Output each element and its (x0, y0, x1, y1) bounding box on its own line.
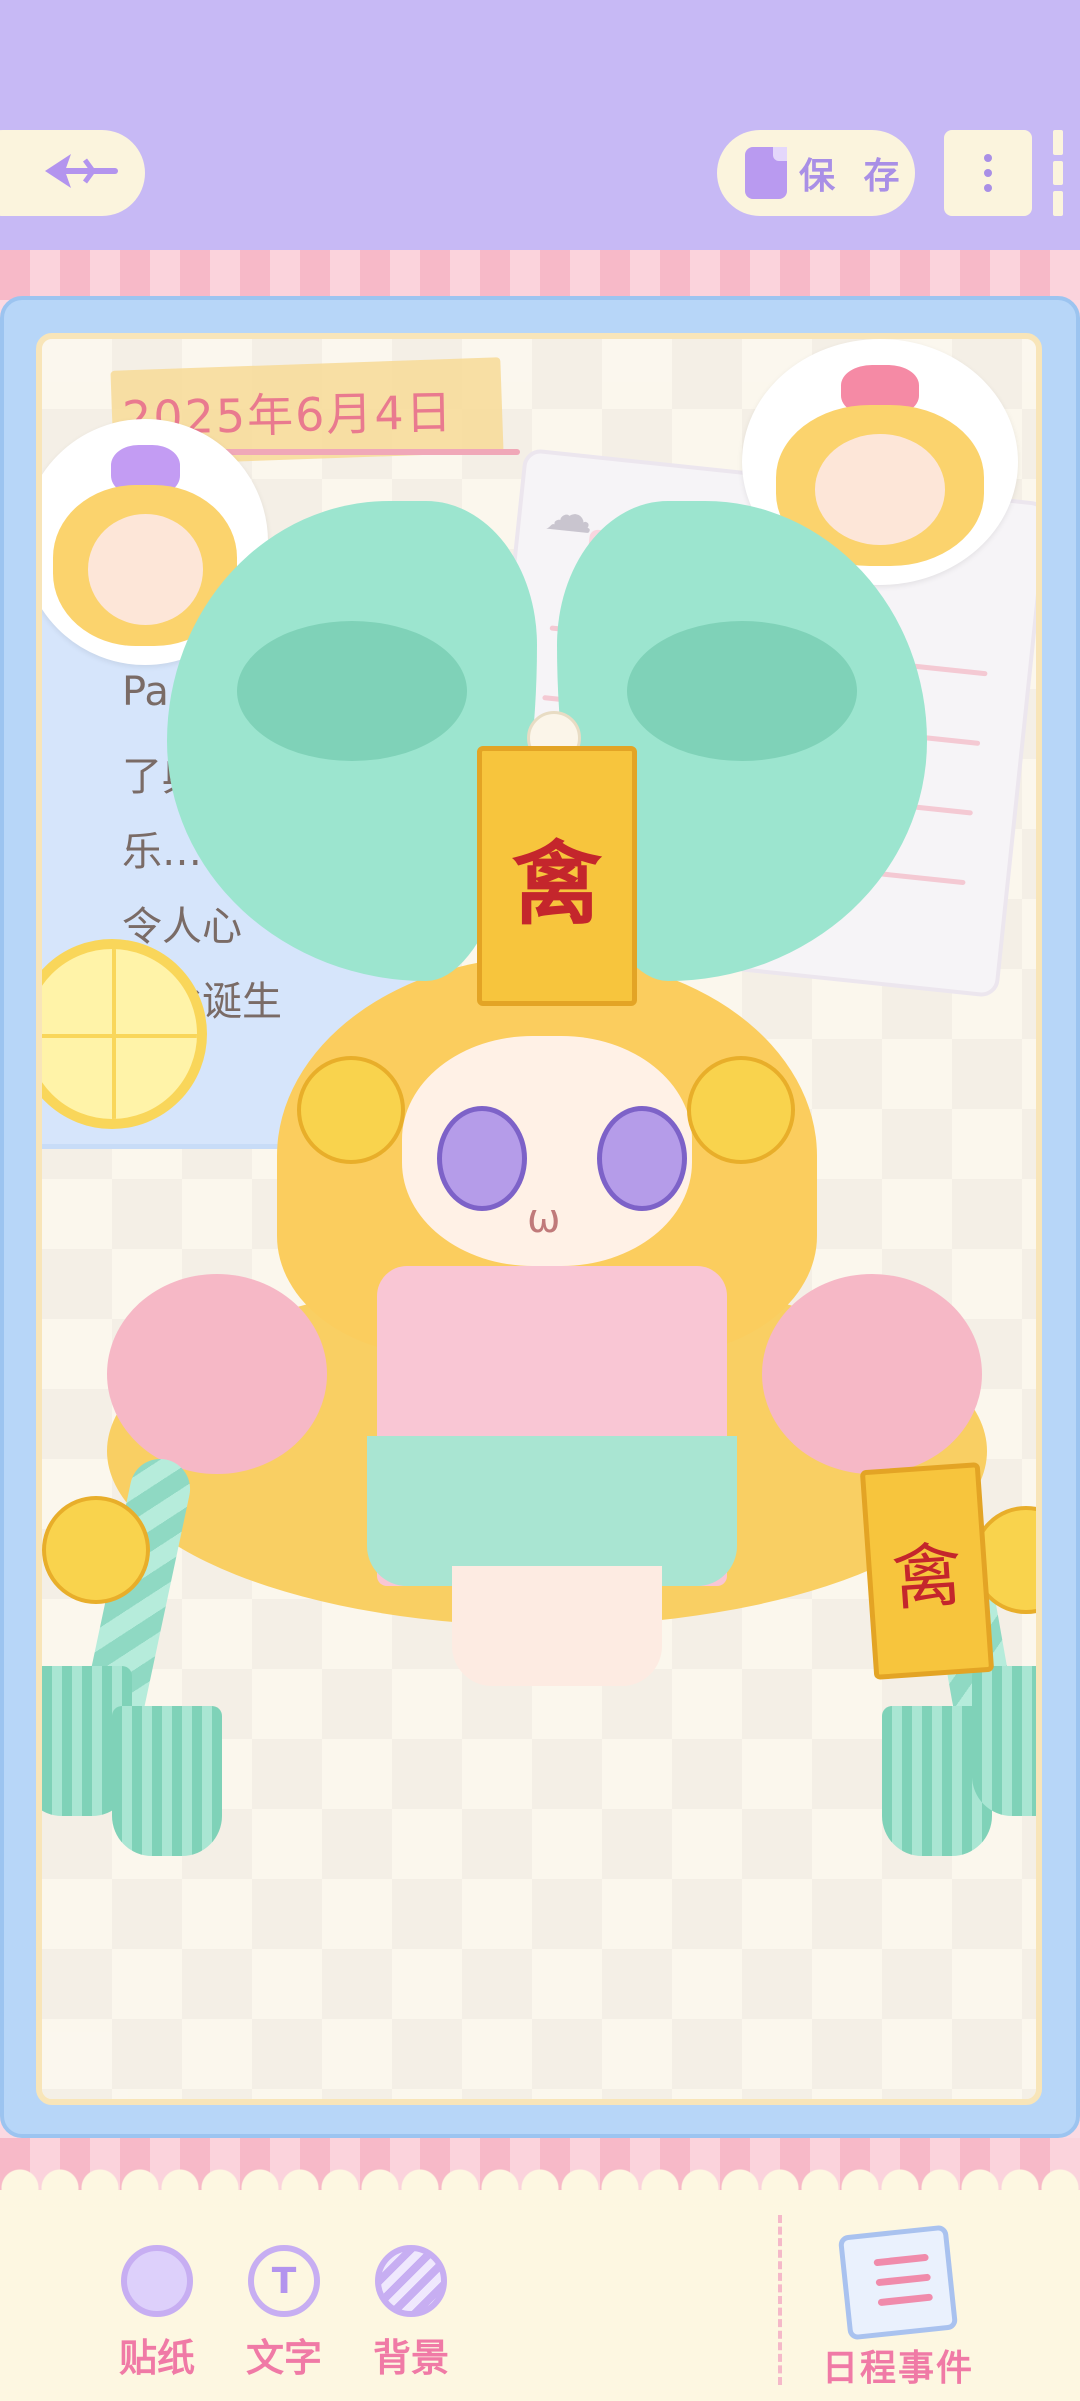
journal-canvas[interactable]: 2025年6月4日 ☁ R Pa 了典 乐… 令人心 就此诞生 ω (36, 333, 1042, 2105)
sticker-tool-button[interactable]: 贴纸 (102, 2245, 212, 2382)
tool-label: 背景 (372, 2336, 449, 2380)
save-label: 保 存 (799, 156, 908, 197)
tool-label: 贴纸 (118, 2336, 195, 2380)
schedule-notebook-icon (837, 2224, 959, 2341)
save-button[interactable]: 保 存 (717, 130, 915, 216)
pink-puff-left (107, 1274, 327, 1474)
character-legs (452, 1566, 662, 1686)
top-bar: 保 存 (0, 0, 1080, 250)
tool-label: 文字 (245, 2336, 322, 2380)
text-tool-button[interactable]: T 文字 (229, 2245, 339, 2382)
mouth: ω (527, 1196, 561, 1242)
more-dot-icon (984, 184, 992, 192)
text-icon: T (248, 2245, 320, 2317)
bell-icon (42, 1496, 150, 1604)
back-button[interactable] (0, 130, 145, 216)
more-dot-icon (984, 154, 992, 162)
eye-left (437, 1106, 527, 1211)
bell-icon (687, 1056, 795, 1164)
toolbar-divider (778, 2215, 782, 2385)
character-skirt (367, 1436, 737, 1586)
more-dot-icon (984, 169, 992, 177)
schedule-event-button[interactable]: 日程事件 (818, 2224, 978, 2391)
more-options-button[interactable] (944, 130, 1032, 216)
tassel-right (972, 1666, 1036, 1816)
save-file-icon (745, 147, 787, 199)
background-tool-button[interactable]: 背景 (356, 2245, 466, 2382)
pink-puff-right (762, 1274, 982, 1474)
charm-sticker[interactable]: 禽 (477, 746, 637, 1006)
back-arrow-icon (41, 146, 119, 200)
eye-right (597, 1106, 687, 1211)
sticker-icon (121, 2245, 193, 2317)
note-line: Pa (122, 669, 169, 715)
edge-handle (1053, 130, 1063, 217)
background-icon (375, 2245, 447, 2317)
charm-sticker-small[interactable]: 禽 (859, 1462, 995, 1680)
schedule-label: 日程事件 (821, 2348, 974, 2389)
tassel-left (112, 1706, 222, 1856)
bell-icon (297, 1056, 405, 1164)
top-stripe-band (0, 250, 1080, 300)
